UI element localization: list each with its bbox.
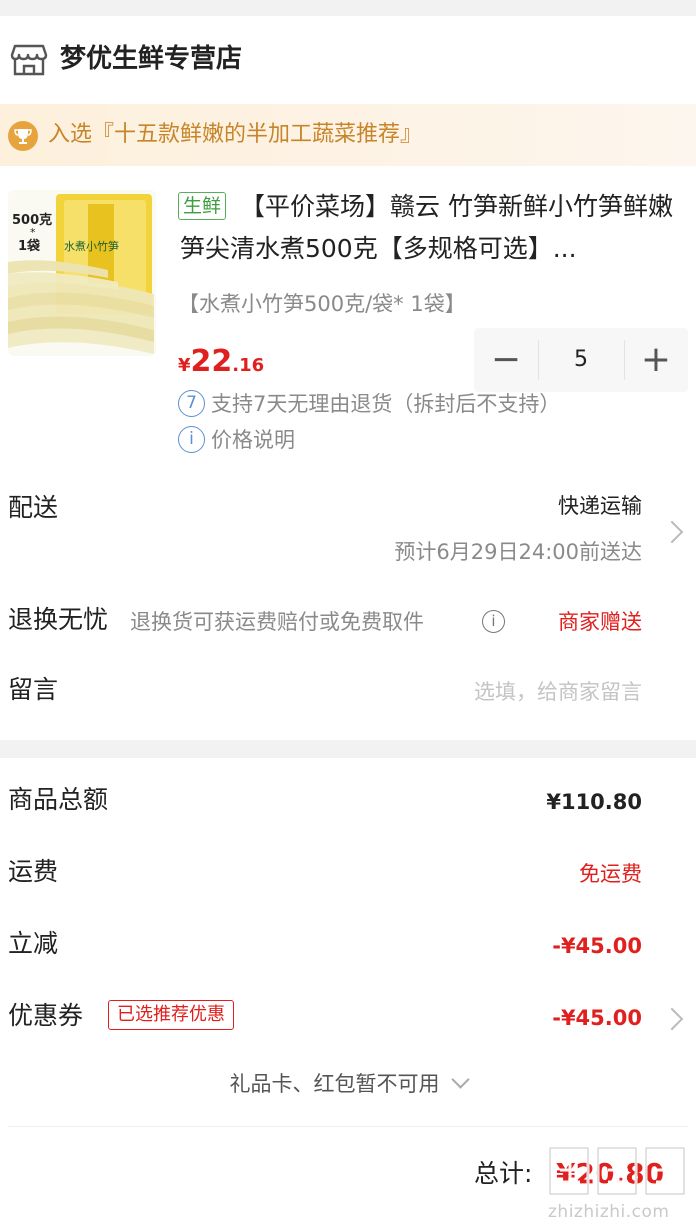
price-explanation-row[interactable]: i 价格说明 xyxy=(178,422,295,456)
delivery-method[interactable]: 快递运输 xyxy=(558,490,642,522)
returns-label: 退换无忧 xyxy=(8,605,109,634)
message-input[interactable]: 选填，给商家留言 xyxy=(474,676,642,708)
package-count: 1袋 xyxy=(18,238,41,254)
decrease-quantity-button[interactable]: − xyxy=(474,328,538,392)
discount-value: -¥45.00 xyxy=(552,934,642,958)
price-integer: 22 xyxy=(190,344,233,379)
quantity-stepper: − 5 + xyxy=(474,328,688,392)
gift-card-text: 礼品卡、红包暂不可用 xyxy=(229,1072,440,1096)
store-icon xyxy=(10,44,48,76)
seven-day-return-icon: 7 xyxy=(178,389,205,417)
delivery-chevron-icon[interactable] xyxy=(660,520,684,544)
product-title[interactable]: 【平价菜场】赣云 竹笋新鲜小竹笋鲜嫩笋尖清水煮500克【多规格可选】... xyxy=(180,186,680,270)
trophy-icon xyxy=(8,121,38,151)
returns-value: 商家赠送 xyxy=(558,610,642,634)
product-spec[interactable]: 【水煮小竹笋500克/袋* 1袋】 xyxy=(178,288,466,320)
goods-total-value: ¥110.80 xyxy=(546,790,642,814)
info-icon: i xyxy=(178,425,205,453)
delivery-label: 配送 xyxy=(8,493,59,522)
return-policy-text: 支持7天无理由退货（拆封后不支持） xyxy=(211,392,561,416)
returns-description: 退换货可获运费赔付或免费取件 xyxy=(130,610,424,634)
coupon-value[interactable]: -¥45.00 xyxy=(552,1002,642,1034)
product-image[interactable]: 水煮小竹笋 500克 * 1袋 xyxy=(8,190,156,356)
recommendation-banner[interactable]: 入选『十五款鲜嫩的半加工蔬菜推荐』 xyxy=(0,104,696,166)
chevron-down-icon[interactable] xyxy=(450,1070,470,1089)
goods-total-label: 商品总额 xyxy=(8,785,109,814)
quantity-input[interactable]: 5 xyxy=(538,328,624,392)
product-price: ¥22.16 xyxy=(178,340,264,388)
shipping-value: 免运费 xyxy=(579,862,642,886)
shipping-label: 运费 xyxy=(8,857,59,886)
order-confirmation-page: 梦优生鲜专营店 入选『十五款鲜嫩的半加工蔬菜推荐』 水煮小竹笋 500克 * 1… xyxy=(0,0,696,1230)
store-name[interactable]: 梦优生鲜专营店 xyxy=(60,42,242,76)
discount-label: 立减 xyxy=(8,929,59,958)
svg-text:*: * xyxy=(30,226,36,239)
message-label: 留言 xyxy=(8,675,59,704)
returns-info-icon[interactable]: i xyxy=(482,610,505,633)
delivery-eta: 预计6月29日24:00前送达 xyxy=(394,540,642,564)
order-item-card: 梦优生鲜专营店 入选『十五款鲜嫩的半加工蔬菜推荐』 水煮小竹笋 500克 * 1… xyxy=(0,16,696,740)
price-symbol: ¥ xyxy=(178,355,191,376)
package-label: 水煮小竹笋 xyxy=(64,239,119,253)
store-header[interactable]: 梦优生鲜专营店 xyxy=(0,16,696,104)
return-policy-row[interactable]: 7 支持7天无理由退货（拆封后不支持） xyxy=(178,386,560,420)
summary-divider xyxy=(8,1126,688,1127)
total-label: 总计: xyxy=(474,1159,533,1188)
coupon-badge[interactable]: 已选推荐优惠 xyxy=(108,1000,234,1030)
coupon-chevron-icon[interactable] xyxy=(660,1007,684,1031)
price-decimal: .16 xyxy=(232,355,265,376)
watermark-logo xyxy=(548,1146,686,1196)
watermark-text: zhizhizhi.com xyxy=(548,1202,670,1222)
price-explanation-text: 价格说明 xyxy=(211,428,295,452)
banner-text: 入选『十五款鲜嫩的半加工蔬菜推荐』 xyxy=(48,122,423,147)
coupon-label: 优惠券 xyxy=(8,1001,84,1030)
gift-card-row[interactable]: 礼品卡、红包暂不可用 xyxy=(0,1066,696,1102)
increase-quantity-button[interactable]: + xyxy=(624,328,688,392)
